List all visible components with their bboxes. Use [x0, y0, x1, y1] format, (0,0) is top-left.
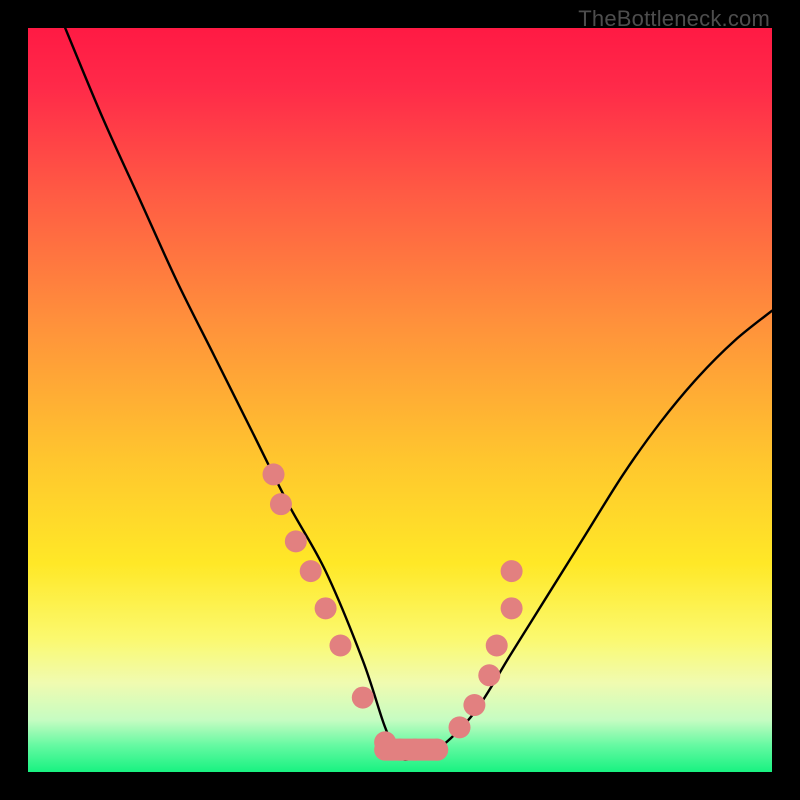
marker-dot	[449, 716, 471, 738]
marker-dot	[426, 739, 448, 761]
marker-dot	[463, 694, 485, 716]
marker-dot	[404, 739, 426, 761]
marker-dot	[285, 530, 307, 552]
marker-dot	[501, 560, 523, 582]
bottleneck-curve	[65, 28, 772, 760]
plot-area	[28, 28, 772, 772]
marker-dot	[478, 664, 500, 686]
marker-dot	[501, 597, 523, 619]
chart-frame: TheBottleneck.com	[0, 0, 800, 800]
curve-layer	[28, 28, 772, 772]
highlight-markers	[263, 463, 523, 760]
marker-dot	[352, 687, 374, 709]
marker-dot	[315, 597, 337, 619]
marker-dot	[486, 635, 508, 657]
marker-dot	[300, 560, 322, 582]
marker-dot	[270, 493, 292, 515]
marker-dot	[263, 463, 285, 485]
marker-dot	[329, 635, 351, 657]
